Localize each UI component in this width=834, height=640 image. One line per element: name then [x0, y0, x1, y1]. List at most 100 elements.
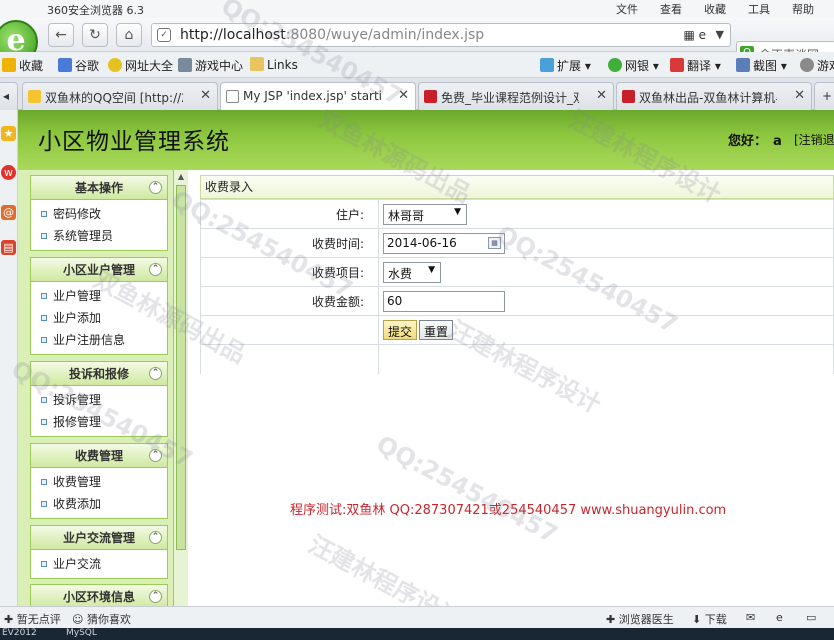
browser-menu: 文件 查看 收藏 工具 帮助 — [616, 1, 814, 17]
close-icon[interactable]: ✕ — [794, 88, 805, 103]
menu-file[interactable]: 文件 — [616, 1, 638, 17]
mail-icon[interactable]: @ — [1, 205, 16, 220]
weibo-icon[interactable]: w — [1, 165, 16, 180]
menu-help[interactable]: 帮助 — [792, 1, 814, 17]
menu-group-header[interactable]: 小区业户管理 ⌃ — [31, 258, 167, 282]
calendar-icon[interactable]: ▦ — [488, 236, 501, 249]
address-bar[interactable]: ✓ http://localhost:8080/wuye/admin/index… — [151, 23, 731, 47]
address-dropdown-icon[interactable]: ▼ — [716, 28, 724, 41]
sidebar-item-add-fee[interactable]: 收费添加 — [31, 493, 167, 515]
submit-button[interactable]: 提交 — [383, 320, 418, 340]
menu-group-header[interactable]: 基本操作 ⌃ — [31, 176, 167, 200]
bookmarks-bar: 收藏 谷歌 网址大全 游戏中心 Links 扩展 ▾ 网银 ▾ 翻译 ▾ 截图 … — [0, 52, 834, 78]
bullet-icon — [41, 337, 47, 343]
menu-group-environment: 小区环境信息 ⌃ — [30, 584, 168, 606]
tab-scroll-left[interactable]: ◂ — [0, 82, 18, 110]
recommend-status[interactable]: ☺ 猜你喜欢 — [72, 611, 131, 627]
bullet-icon — [41, 315, 47, 321]
dropdown-arrow-icon: ▼ — [454, 206, 461, 217]
bookmark-favorites[interactable]: 收藏 — [2, 57, 43, 74]
bookmark-google[interactable]: 谷歌 — [58, 57, 99, 74]
refresh-button[interactable]: ↻ — [82, 23, 108, 47]
logout-link[interactable]: [注销退出] — [794, 131, 834, 148]
fee-amount-input[interactable]: 60 — [383, 290, 505, 312]
sidebar-item-change-password[interactable]: 密码修改 — [31, 203, 167, 225]
menu-group-header[interactable]: 业户交流管理 ⌃ — [31, 526, 167, 550]
sidebar: 基本操作 ⌃ 密码修改 系统管理员 小区业户管理 ⌃ 业户管理 业户添加 业户注册信… — [18, 170, 188, 606]
taskbar-item[interactable]: EV2012 — [2, 628, 37, 638]
sidebar-item-add-resident[interactable]: 业户添加 — [31, 307, 167, 329]
game-icon — [800, 58, 814, 72]
shield-icon: ✓ — [157, 28, 171, 42]
sidebar-item-fee-management[interactable]: 收费管理 — [31, 471, 167, 493]
sidebar-item-complaints[interactable]: 投诉管理 — [31, 389, 167, 411]
tab-shuangyulin[interactable]: 双鱼林出品-双鱼林计算机毕业 ✕ — [616, 82, 812, 110]
ie-icon[interactable]: e — [776, 611, 783, 624]
site-icon — [622, 90, 635, 103]
menu-group-header[interactable]: 投诉和报修 ⌃ — [31, 362, 167, 386]
extensions-button[interactable]: 扩展 ▾ — [540, 57, 591, 74]
close-icon[interactable]: ✕ — [200, 88, 211, 103]
fee-entry-form: 住户: 林哥哥 ▼ 收费时间: 2014-06-16 ▦ 收费项目: 水费 ▼ 收费金… — [200, 199, 834, 374]
fee-item-select[interactable]: 水费 ▼ — [383, 261, 441, 283]
bookmark-links[interactable]: Links — [250, 57, 298, 72]
bookmark-site-directory[interactable]: 网址大全 — [108, 57, 173, 74]
browser-doctor-button[interactable]: ✚ 浏览器医生 — [606, 611, 674, 627]
window-icon[interactable]: ▭ — [806, 611, 816, 624]
sidebar-scrollbar[interactable]: ▲ — [173, 170, 188, 606]
close-icon[interactable]: ✕ — [398, 88, 409, 103]
qr-code-icon[interactable]: ▦ e — [683, 28, 706, 42]
chevron-left-icon: ◂ — [3, 89, 10, 103]
site-icon — [424, 90, 437, 103]
menu-favorites[interactable]: 收藏 — [704, 1, 726, 17]
menu-group-header[interactable]: 收费管理 ⌃ — [31, 444, 167, 468]
menu-view[interactable]: 查看 — [660, 1, 682, 17]
tab-index-jsp[interactable]: My JSP 'index.jsp' starting p ✕ — [220, 82, 416, 111]
resident-select[interactable]: 林哥哥 ▼ — [383, 203, 467, 225]
dropdown-arrow-icon: ▼ — [428, 264, 435, 275]
translate-button[interactable]: 翻译 ▾ — [670, 57, 721, 74]
sidebar-item-repairs[interactable]: 报修管理 — [31, 411, 167, 433]
bank-icon — [608, 58, 622, 72]
reset-button[interactable]: 重置 — [419, 320, 454, 340]
fee-date-input[interactable]: 2014-06-16 ▦ — [383, 232, 505, 254]
section-title: 收费录入 — [200, 175, 834, 199]
close-icon[interactable]: ✕ — [596, 88, 607, 103]
username: a — [773, 134, 782, 149]
form-row-actions: 提交 重置 — [200, 315, 834, 345]
screenshot-button[interactable]: 截图 ▾ — [736, 57, 787, 74]
site-header: 小区物业管理系统 您好：a [注销退出] — [18, 110, 834, 170]
menu-group-header[interactable]: 小区环境信息 ⌃ — [31, 585, 167, 606]
sidebar-item-registration-info[interactable]: 业户注册信息 — [31, 329, 167, 351]
back-button[interactable]: ← — [48, 23, 74, 47]
form-row-item: 收费项目: 水费 ▼ — [200, 257, 834, 287]
menu-tools[interactable]: 工具 — [748, 1, 770, 17]
tab-free-design[interactable]: 免费_毕业课程范例设计_双鱼 ✕ — [418, 82, 614, 110]
tab-qq-space[interactable]: 双鱼林的QQ空间 [http://287 ✕ — [22, 82, 218, 110]
scroll-up-icon[interactable]: ▲ — [176, 172, 186, 182]
sidebar-item-communication[interactable]: 业户交流 — [31, 553, 167, 575]
browser-statusbar: ✚ 暂无点评 ☺ 猜你喜欢 ✚ 浏览器医生 ⬇ 下载 ✉ e ▭ — [0, 606, 834, 628]
sidebar-item-resident-management[interactable]: 业户管理 — [31, 285, 167, 307]
new-tab-button[interactable]: + — [814, 82, 834, 110]
taskbar-item[interactable]: MySQL — [66, 628, 97, 638]
chat-icon[interactable]: ✉ — [746, 611, 755, 624]
scrollbar-thumb[interactable] — [176, 185, 186, 550]
home-button[interactable]: ⌂ — [116, 23, 142, 47]
window-title: 360安全浏览器 6.3 — [47, 4, 144, 17]
note-icon[interactable]: ▤ — [1, 240, 16, 255]
web-page: 小区物业管理系统 您好：a [注销退出] 基本操作⌃ 密码修改 系统管理员 小区… — [18, 110, 834, 606]
favorites-star-icon[interactable]: ★ — [1, 126, 16, 141]
resident-label: 住户: — [200, 199, 379, 229]
games-button[interactable]: 游戏 — [800, 57, 834, 74]
back-arrow-icon: ← — [55, 27, 67, 43]
collapse-icon: ⌃ — [149, 590, 162, 603]
form-row-resident: 住户: 林哥哥 ▼ — [200, 199, 834, 229]
online-banking-button[interactable]: 网银 ▾ — [608, 57, 659, 74]
review-status[interactable]: ✚ 暂无点评 — [4, 611, 61, 627]
menu-group-complaints: 投诉和报修 ⌃ 投诉管理 报修管理 — [30, 361, 168, 437]
address-url[interactable]: http://localhost:8080/wuye/admin/index.j… — [180, 27, 484, 43]
sidebar-item-admin[interactable]: 系统管理员 — [31, 225, 167, 247]
bookmark-game-center[interactable]: 游戏中心 — [178, 57, 243, 74]
download-button[interactable]: ⬇ 下载 — [692, 611, 727, 627]
